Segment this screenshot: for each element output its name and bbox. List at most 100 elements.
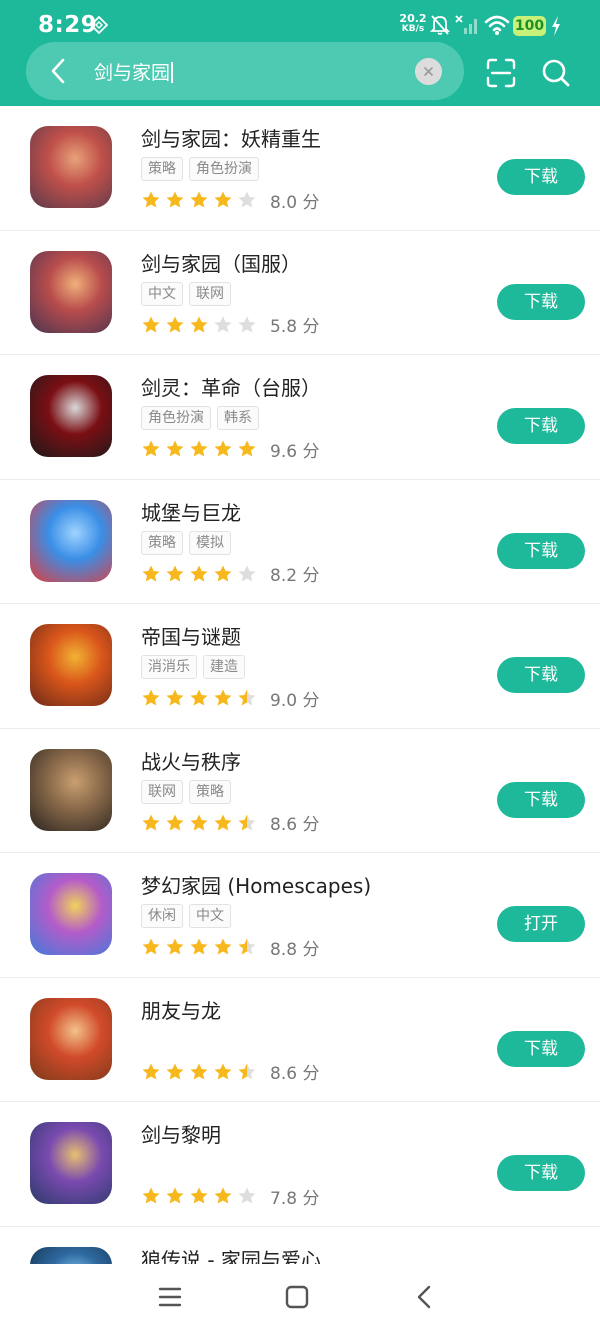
- app-tag: 角色扮演: [141, 406, 211, 430]
- star-filled-icon: [214, 1187, 232, 1204]
- app-list-item[interactable]: 剑与家园：妖精重生 策略 角色扮演 8.0 分 下载: [0, 106, 600, 231]
- app-list-item[interactable]: 剑与黎明 7.8 分 下载: [0, 1102, 600, 1227]
- search-input[interactable]: 剑与家园: [94, 58, 173, 85]
- app-tags: 策略 角色扮演: [141, 157, 265, 181]
- download-button[interactable]: 下载: [497, 159, 585, 195]
- rating-stars: [141, 315, 261, 335]
- app-tag: 模拟: [189, 530, 231, 555]
- app-tag: 联网: [189, 281, 231, 306]
- scan-icon[interactable]: [486, 58, 516, 88]
- app-tag: 消消乐: [141, 655, 197, 679]
- app-icon[interactable]: [30, 375, 112, 457]
- app-rating: 9.0 分: [141, 687, 319, 711]
- star-filled-icon: [142, 938, 160, 955]
- rating-stars: [141, 439, 261, 459]
- app-score: 8.6 分: [270, 815, 320, 835]
- star-filled-icon: [190, 938, 208, 955]
- menu-icon[interactable]: [155, 1282, 185, 1312]
- app-tag: 角色扮演: [189, 157, 259, 181]
- download-button[interactable]: 下载: [497, 781, 585, 818]
- clear-search-icon[interactable]: [415, 58, 442, 85]
- download-button[interactable]: 下载: [497, 532, 585, 569]
- app-score: 8.8 分: [270, 939, 320, 960]
- star-filled-icon: [166, 565, 184, 581]
- star-filled-icon: [190, 814, 208, 830]
- download-button[interactable]: 下载: [497, 1155, 585, 1191]
- app-list-item[interactable]: 剑与家园（国服） 中文 联网 5.8 分 下载: [0, 231, 600, 355]
- status-time: 8:29: [38, 12, 98, 38]
- star-filled-icon: [214, 689, 232, 706]
- app-rating: 8.6 分: [141, 1061, 320, 1084]
- star-filled-icon: [166, 1187, 184, 1204]
- app-tag: 联网: [141, 779, 183, 804]
- app-score: 7.8 分: [270, 1188, 320, 1209]
- app-icon[interactable]: [30, 1122, 112, 1204]
- app-tag: 中文: [141, 281, 183, 306]
- app-list-item[interactable]: 朋友与龙 8.6 分 下载: [0, 978, 600, 1102]
- app-icon[interactable]: [30, 748, 112, 831]
- app-score: 8.2 分: [270, 566, 320, 586]
- app-tag: 韩系: [217, 406, 259, 430]
- app-score: 5.8 分: [270, 317, 320, 337]
- app-name: 战火与秩序: [141, 749, 241, 774]
- app-list-item[interactable]: 战火与秩序 联网 策略 8.6 分 下载: [0, 729, 600, 853]
- app-icon[interactable]: [30, 1246, 112, 1264]
- rating-stars: [141, 564, 261, 584]
- download-button[interactable]: 下载: [497, 657, 585, 693]
- app-icon[interactable]: [30, 126, 112, 208]
- star-filled-icon: [190, 316, 208, 332]
- text-caret: [171, 62, 173, 83]
- star-filled-icon: [190, 440, 208, 457]
- app-name: 帝国与谜题: [141, 625, 241, 649]
- location-diamond-icon: [90, 16, 108, 34]
- star-empty-icon: [238, 565, 256, 581]
- rating-stars: [141, 1186, 261, 1206]
- home-icon[interactable]: [282, 1282, 312, 1312]
- app-name: 朋友与龙: [141, 998, 221, 1023]
- app-list-item[interactable]: 梦幻家园 (Homescapes) 休闲 中文 8.8 分 打开: [0, 853, 600, 978]
- download-button[interactable]: 下载: [497, 1030, 585, 1067]
- star-filled-icon: [238, 440, 256, 457]
- star-half-icon: [238, 689, 256, 706]
- download-button[interactable]: 下载: [497, 408, 585, 444]
- open-button[interactable]: 打开: [497, 906, 585, 942]
- star-filled-icon: [214, 938, 232, 955]
- app-list-item[interactable]: 狼传说 - 家园与爱心: [0, 1227, 600, 1264]
- app-list-item[interactable]: 帝国与谜题 消消乐 建造 9.0 分 下载: [0, 604, 600, 729]
- search-icon[interactable]: [541, 58, 571, 88]
- app-name: 剑与家园：妖精重生: [141, 127, 321, 151]
- star-filled-icon: [166, 689, 184, 706]
- app-icon[interactable]: [30, 873, 112, 955]
- rating-stars: [141, 937, 261, 957]
- star-filled-icon: [214, 440, 232, 457]
- app-name: 梦幻家园 (Homescapes): [141, 874, 372, 898]
- rating-stars: [141, 688, 261, 708]
- star-empty-icon: [214, 316, 232, 332]
- back-arrow-icon[interactable]: [44, 56, 74, 86]
- app-icon[interactable]: [30, 997, 112, 1080]
- star-filled-icon: [142, 316, 160, 332]
- star-empty-icon: [238, 191, 256, 208]
- app-rating: 8.0 分: [141, 189, 319, 213]
- app-score: 8.6 分: [270, 1064, 320, 1084]
- app-list-item[interactable]: 剑灵：革命（台服） 角色扮演 韩系 9.6 分下载: [0, 355, 600, 480]
- nav-back-icon[interactable]: [410, 1282, 440, 1312]
- star-filled-icon: [142, 1063, 160, 1079]
- app-icon[interactable]: [30, 624, 112, 706]
- app-score: 9.6 分: [270, 441, 320, 462]
- search-bar[interactable]: 剑与家园: [26, 42, 464, 100]
- battery-indicator: 100: [513, 16, 546, 36]
- star-empty-icon: [238, 1187, 256, 1204]
- app-tags: 休闲 中文: [141, 904, 237, 928]
- app-icon[interactable]: [30, 250, 112, 333]
- star-filled-icon: [142, 1187, 160, 1204]
- star-filled-icon: [142, 191, 160, 208]
- app-icon[interactable]: [30, 499, 112, 582]
- download-button[interactable]: 下载: [497, 283, 585, 320]
- network-speed-unit: KB/s: [401, 24, 425, 34]
- star-filled-icon: [214, 1063, 232, 1079]
- star-half-icon: [238, 1063, 256, 1079]
- star-filled-icon: [166, 1063, 184, 1079]
- charging-bolt-icon: [552, 16, 560, 36]
- app-list-item[interactable]: 城堡与巨龙 策略 模拟 8.2 分 下载: [0, 480, 600, 604]
